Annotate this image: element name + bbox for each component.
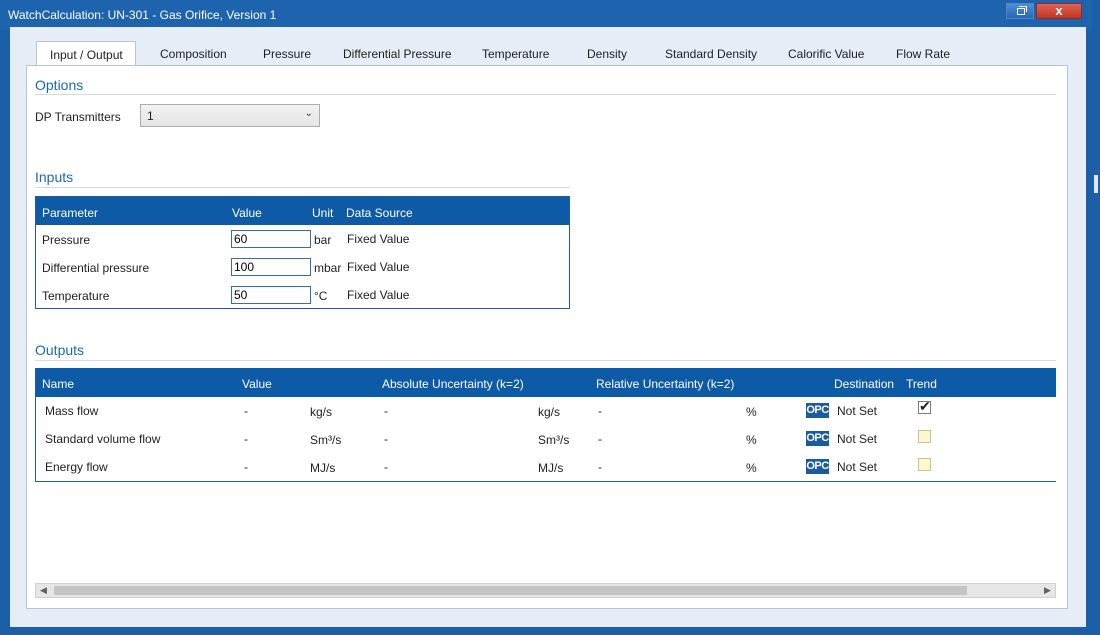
relative-uncertainty-unit: % [746, 461, 757, 475]
options-divider [35, 94, 1056, 95]
differential-pressure-value-input[interactable] [231, 258, 311, 276]
temperature-value-input[interactable] [231, 286, 311, 304]
trend-checkbox[interactable] [918, 398, 931, 415]
output-unit: MJ/s [310, 461, 336, 475]
col-value: Value [242, 377, 272, 391]
scroll-left-icon[interactable]: ◀ [36, 584, 51, 597]
output-unit: Sm³/s [310, 433, 342, 447]
options-title: Options [35, 77, 84, 93]
outputs-divider [35, 360, 1056, 361]
tab-standard-density[interactable]: Standard Density [665, 41, 757, 66]
inputs-table: Parameter Value Unit Data Source Pressur… [35, 196, 570, 309]
tab-density[interactable]: Density [587, 41, 627, 66]
close-button[interactable]: x [1036, 3, 1082, 19]
tab-panel [26, 65, 1068, 609]
tab-differential-pressure[interactable]: Differential Pressure [343, 41, 452, 66]
absolute-uncertainty: - [384, 404, 388, 418]
tab-input-output[interactable]: Input / Output [36, 41, 136, 68]
col-relative-uncertainty: Relative Uncertainty (k=2) [596, 377, 735, 391]
trend-checkbox[interactable] [918, 430, 931, 443]
window-edge [1092, 0, 1100, 635]
parameter-name: Temperature [42, 289, 110, 303]
chevron-down-icon: ⌄ [304, 108, 313, 119]
output-name: Mass flow [45, 404, 99, 418]
data-source[interactable]: Fixed Value [347, 232, 409, 246]
absolute-uncertainty-unit: Sm³/s [538, 433, 570, 447]
outputs-table-header: Name Value Absolute Uncertainty (k=2) Re… [36, 368, 1056, 397]
unit: mbar [314, 261, 342, 275]
col-unit: Unit [312, 206, 334, 220]
output-unit: kg/s [310, 405, 333, 419]
data-source[interactable]: Fixed Value [347, 260, 409, 274]
tab-pressure[interactable]: Pressure [263, 41, 311, 66]
col-value: Value [232, 206, 262, 220]
absolute-uncertainty-unit: MJ/s [538, 461, 564, 475]
col-absolute-uncertainty: Absolute Uncertainty (k=2) [382, 377, 524, 391]
data-source[interactable]: Fixed Value [347, 288, 409, 302]
trend-checkbox[interactable] [918, 458, 931, 471]
tab-calorific-value[interactable]: Calorific Value [788, 41, 864, 66]
app-window: WatchCalculation: UN-301 - Gas Orifice, … [0, 0, 1094, 635]
pressure-value-input[interactable] [231, 230, 311, 248]
output-value: - [244, 432, 248, 446]
outputs-title: Outputs [35, 342, 85, 358]
dp-transmitters-select[interactable]: 1 ⌄ [140, 104, 320, 127]
absolute-uncertainty: - [384, 432, 388, 446]
dp-transmitters-label: DP Transmitters [35, 110, 121, 124]
tab-composition[interactable]: Composition [160, 41, 227, 66]
col-data-source: Data Source [346, 206, 413, 220]
restore-button[interactable] [1006, 3, 1034, 19]
absolute-uncertainty: - [384, 460, 388, 474]
inputs-table-header: Parameter Value Unit Data Source [36, 197, 569, 225]
tab-temperature[interactable]: Temperature [482, 41, 549, 66]
destination[interactable]: Not Set [837, 460, 877, 474]
scroll-right-icon[interactable]: ▶ [1040, 584, 1055, 597]
parameter-name: Differential pressure [42, 261, 150, 275]
unit: °C [314, 289, 328, 303]
relative-uncertainty: - [598, 404, 602, 418]
relative-uncertainty: - [598, 460, 602, 474]
col-trend: Trend [906, 377, 937, 391]
absolute-uncertainty-unit: kg/s [538, 405, 561, 419]
opc-icon[interactable]: OPC [806, 403, 829, 418]
relative-uncertainty: - [598, 432, 602, 446]
parameter-name: Pressure [42, 233, 91, 247]
inputs-title: Inputs [35, 169, 74, 185]
col-parameter: Parameter [42, 206, 99, 220]
unit: bar [314, 233, 332, 247]
tab-flow-rate[interactable]: Flow Rate [896, 41, 950, 66]
scrollbar-thumb[interactable] [54, 586, 967, 595]
relative-uncertainty-unit: % [746, 433, 757, 447]
opc-icon[interactable]: OPC [806, 431, 829, 446]
destination[interactable]: Not Set [837, 432, 877, 446]
title-bar[interactable]: WatchCalculation: UN-301 - Gas Orifice, … [0, 0, 1094, 30]
col-destination: Destination [834, 377, 895, 391]
relative-uncertainty-unit: % [746, 405, 757, 419]
window-title: WatchCalculation: UN-301 - Gas Orifice, … [8, 8, 277, 22]
destination[interactable]: Not Set [837, 404, 877, 418]
inputs-divider [35, 187, 570, 188]
output-value: - [244, 460, 248, 474]
opc-icon[interactable]: OPC [806, 459, 829, 474]
output-value: - [244, 404, 248, 418]
col-name: Name [42, 377, 75, 391]
output-name: Energy flow [45, 460, 108, 474]
dp-transmitters-value: 1 [147, 109, 154, 123]
output-name: Standard volume flow [45, 432, 161, 446]
horizontal-scrollbar[interactable]: ◀ ▶ [35, 583, 1056, 598]
outputs-table: Name Value Absolute Uncertainty (k=2) Re… [35, 368, 1056, 482]
